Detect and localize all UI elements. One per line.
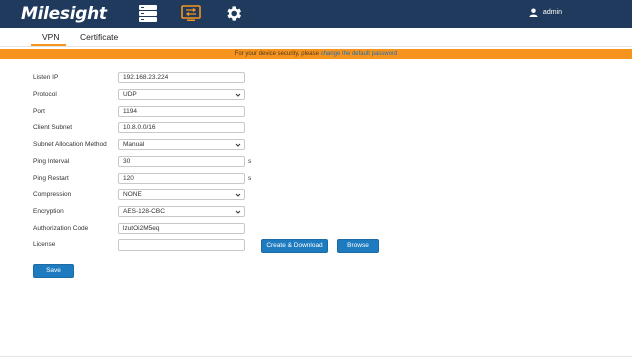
change-password-link[interactable]: change the default password (321, 51, 398, 57)
tab-vpn[interactable]: VPN (42, 32, 59, 42)
user-name: admin (542, 9, 562, 16)
authorization-code-input[interactable]: lzutOi2M5eq (118, 223, 245, 234)
banner-text: For your device security, please (234, 51, 321, 57)
port-label: Port (33, 108, 45, 115)
protocol-label: Protocol (33, 91, 57, 98)
subnet-allocation-label: Subnet Allocation Method (33, 141, 107, 148)
subnet-allocation-select[interactable]: Manual (118, 139, 245, 150)
browse-button[interactable]: Browse (337, 239, 379, 253)
compression-value: NONE (123, 191, 142, 198)
authorization-code-label: Authorization Code (33, 225, 89, 232)
ping-restart-label: Ping Restart (33, 175, 69, 182)
tab-certificate[interactable]: Certificate (80, 32, 118, 42)
top-navigation-bar: Milesight admin (0, 0, 632, 28)
settings-icon[interactable] (224, 4, 243, 23)
compression-label: Compression (33, 191, 72, 198)
ping-interval-unit: s (248, 158, 252, 165)
user-icon (529, 8, 538, 17)
chevron-down-icon (235, 143, 241, 147)
milesight-logo: Milesight (21, 4, 107, 24)
client-subnet-input[interactable]: 10.8.0.0/16 (118, 122, 245, 133)
active-tab-indicator (31, 44, 66, 46)
license-label: License (33, 241, 56, 248)
network-icon[interactable] (181, 5, 201, 22)
protocol-value: UDP (123, 91, 137, 98)
chevron-down-icon (235, 210, 241, 214)
port-input[interactable]: 1194 (118, 106, 245, 117)
encryption-select[interactable]: AES-128-CBC (118, 206, 245, 217)
client-subnet-label: Client Subnet (33, 124, 73, 131)
ping-interval-input[interactable]: 30 (118, 156, 245, 167)
footer-divider (0, 356, 632, 357)
ping-restart-input[interactable]: 120 (118, 173, 245, 184)
security-banner: For your device security, please change … (0, 49, 632, 59)
status-icon[interactable] (138, 4, 158, 23)
save-button[interactable]: Save (33, 264, 74, 278)
tab-bar: VPN Certificate (0, 28, 632, 47)
chevron-down-icon (235, 93, 241, 97)
user-menu[interactable]: admin (529, 8, 562, 17)
listen-ip-label: Listen IP (33, 74, 59, 81)
license-input[interactable] (118, 239, 245, 251)
ping-interval-label: Ping Interval (33, 158, 70, 165)
encryption-value: AES-128-CBC (123, 208, 165, 215)
subnet-allocation-value: Manual (123, 141, 145, 148)
protocol-select[interactable]: UDP (118, 89, 245, 100)
chevron-down-icon (235, 193, 241, 197)
ping-restart-unit: s (248, 175, 252, 182)
compression-select[interactable]: NONE (118, 189, 245, 200)
create-download-button[interactable]: Create & Download (261, 239, 328, 253)
listen-ip-input[interactable]: 192.168.23.224 (118, 72, 245, 83)
encryption-label: Encryption (33, 208, 64, 215)
